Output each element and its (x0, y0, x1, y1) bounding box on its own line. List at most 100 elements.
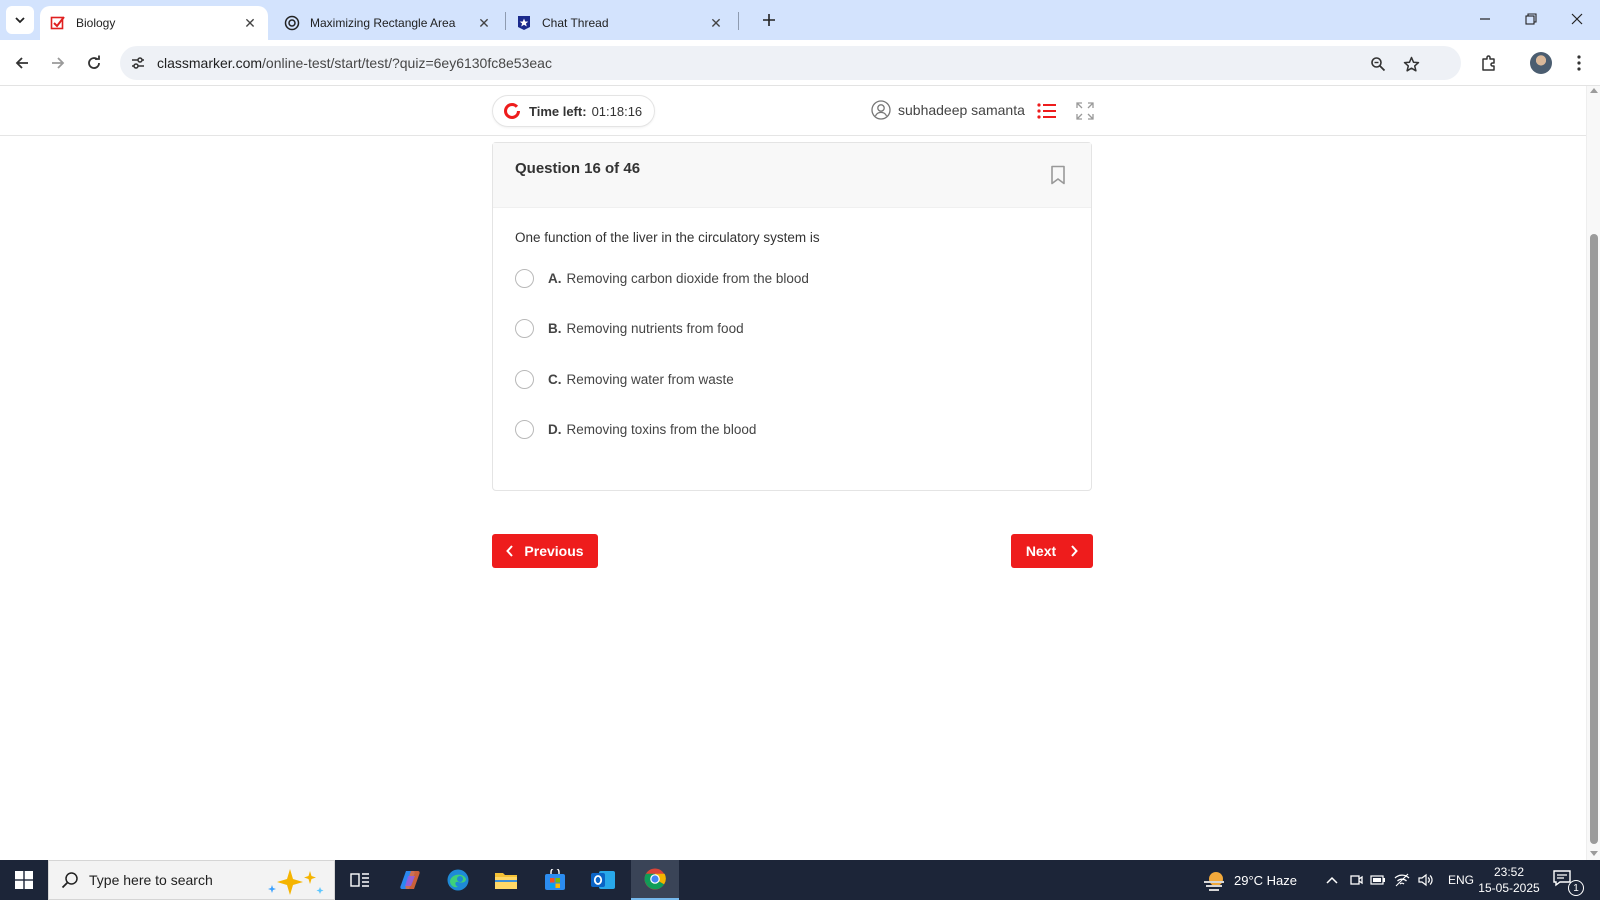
notification-center-button[interactable]: 1 (1552, 868, 1584, 896)
answer-option-a[interactable]: A. Removing carbon dioxide from the bloo… (515, 267, 809, 289)
task-view-button[interactable] (336, 860, 384, 900)
edge-app[interactable] (434, 860, 482, 900)
clock-date: 15-05-2025 (1478, 881, 1540, 895)
close-tab-icon[interactable]: ✕ (240, 13, 260, 33)
weather-icon[interactable] (1202, 870, 1228, 891)
chevron-right-icon (1071, 545, 1079, 557)
chevron-up-icon[interactable] (1322, 870, 1342, 890)
copilot-icon (400, 871, 420, 889)
tab-title: Chat Thread (542, 16, 609, 30)
start-button[interactable] (0, 860, 48, 900)
question-card-header: Question 16 of 46 (493, 143, 1091, 208)
chevron-down-icon (15, 17, 25, 24)
answer-option-d[interactable]: D. Removing toxins from the blood (515, 418, 756, 440)
classmarker-check-icon (50, 15, 66, 31)
close-icon (1571, 13, 1583, 25)
new-tab-button[interactable] (757, 8, 781, 32)
bookmark-icon[interactable] (1049, 165, 1067, 185)
chevron-left-icon (506, 545, 514, 557)
store-icon (545, 869, 565, 890)
radio-button[interactable] (515, 268, 534, 288)
radio-button[interactable] (515, 369, 534, 389)
clock-time: 23:52 (1493, 865, 1525, 879)
url-host: classmarker.com (157, 55, 263, 71)
next-label: Next (1025, 543, 1057, 559)
question-card: Question 16 of 46 One function of the li… (492, 142, 1092, 491)
battery-icon[interactable] (1368, 870, 1388, 890)
arrow-left-icon (15, 57, 28, 69)
zoom-icon[interactable] (1367, 53, 1389, 75)
avatar (1530, 52, 1552, 74)
restore-icon (1525, 13, 1537, 25)
user-icon (871, 100, 891, 120)
minimize-icon (1480, 18, 1490, 20)
language-indicator[interactable]: ENG (1448, 860, 1474, 900)
close-tab-icon[interactable]: ✕ (706, 13, 726, 33)
taskbar-search-box[interactable]: Type here to search (48, 860, 335, 900)
browser-menu-button[interactable] (1564, 48, 1594, 78)
expand-icon (1076, 102, 1094, 120)
tab-chat-thread[interactable]: Chat Thread ✕ (506, 6, 734, 40)
meet-now-icon[interactable] (1346, 870, 1366, 890)
url-text: classmarker.com/online-test/start/test/?… (157, 55, 552, 71)
microsoft-store-app[interactable] (531, 860, 579, 900)
tab-maximizing-rectangle-area[interactable]: Maximizing Rectangle Area ✕ (274, 6, 502, 40)
timer-spinner-icon (504, 103, 520, 119)
weather-text[interactable]: 29°C Haze (1234, 860, 1297, 900)
volume-icon[interactable] (1416, 870, 1436, 890)
wifi-icon[interactable] (1392, 870, 1412, 890)
page-scrollbar[interactable] (1586, 86, 1600, 860)
sparkle-icon (268, 869, 324, 895)
close-window-button[interactable] (1560, 4, 1594, 34)
radio-button[interactable] (515, 318, 534, 338)
tab-title: Biology (76, 16, 116, 30)
forward-button[interactable] (43, 48, 73, 78)
bookmark-star-icon[interactable] (1400, 53, 1422, 75)
address-bar[interactable]: classmarker.com/online-test/start/test/?… (120, 46, 1461, 80)
radio-button[interactable] (515, 419, 534, 439)
star-badge-icon (516, 15, 532, 31)
restore-button[interactable] (1514, 4, 1548, 34)
profile-button[interactable] (1526, 48, 1556, 78)
page-content: Time left: 01:18:16 subhadeep samanta Qu… (0, 86, 1586, 860)
fullscreen-button[interactable] (1074, 100, 1096, 122)
tab-biology[interactable]: Biology ✕ (40, 6, 268, 40)
next-button[interactable]: Next (1011, 534, 1093, 568)
puzzle-icon (1482, 55, 1495, 71)
chrome-app[interactable] (631, 860, 679, 900)
url-path: /online-test/start/test/?quiz=6ey6130fc8… (262, 55, 552, 71)
user-info: subhadeep samanta (871, 100, 1025, 120)
outlook-icon (591, 871, 615, 889)
reload-button[interactable] (79, 48, 109, 78)
option-letter: A. (548, 270, 562, 286)
extensions-button[interactable] (1474, 48, 1504, 78)
notification-badge: 1 (1568, 880, 1584, 896)
clock[interactable]: 23:52 15-05-2025 (1474, 864, 1544, 896)
search-placeholder: Type here to search (89, 872, 213, 888)
previous-label: Previous (524, 543, 584, 559)
tab-search-button[interactable] (6, 6, 34, 34)
minimize-button[interactable] (1468, 4, 1502, 34)
question-list-button[interactable] (1036, 100, 1058, 122)
close-tab-icon[interactable]: ✕ (474, 13, 494, 33)
site-settings-icon[interactable] (128, 53, 148, 73)
more-vertical-icon (1577, 55, 1581, 71)
file-explorer-app[interactable] (482, 860, 530, 900)
back-button[interactable] (7, 48, 37, 78)
option-text: Removing nutrients from food (566, 320, 744, 336)
answer-option-c[interactable]: C. Removing water from waste (515, 368, 734, 390)
scroll-down-arrow-icon[interactable] (1590, 851, 1598, 856)
task-view-icon (350, 873, 369, 887)
copilot-app[interactable] (386, 860, 434, 900)
question-text: One function of the liver in the circula… (515, 230, 820, 245)
browser-tab-strip: Biology ✕ Maximizing Rectangle Area ✕ Ch… (0, 0, 1600, 40)
previous-button[interactable]: Previous (492, 534, 598, 568)
answer-option-b[interactable]: B. Removing nutrients from food (515, 317, 744, 339)
scroll-up-arrow-icon[interactable] (1590, 88, 1598, 93)
browser-toolbar: classmarker.com/online-test/start/test/?… (0, 40, 1600, 86)
question-number: Question 16 of 46 (515, 160, 641, 177)
scrollbar-thumb[interactable] (1590, 234, 1598, 844)
outlook-app[interactable] (579, 860, 627, 900)
timer-pill: Time left: 01:18:16 (492, 95, 656, 127)
chrome-icon (644, 868, 666, 890)
